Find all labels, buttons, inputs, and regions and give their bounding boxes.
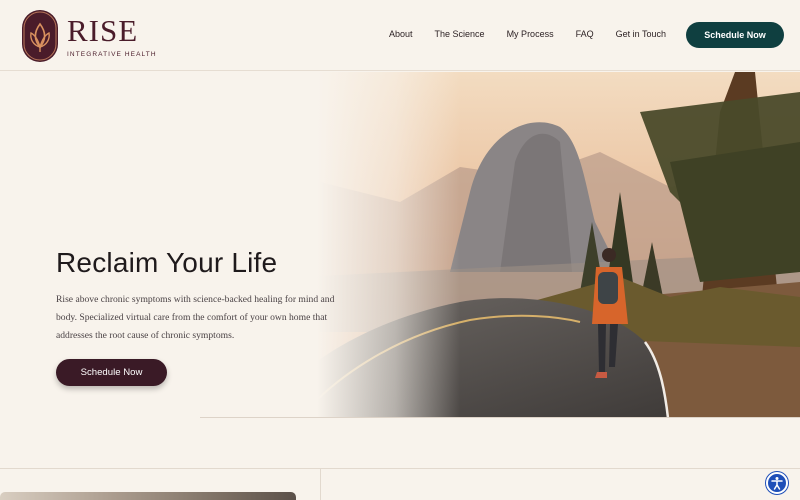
section-divider-vertical [320,468,321,500]
nav-the-science[interactable]: The Science [435,29,485,39]
brand-tagline: INTEGRATIVE HEALTH [67,50,157,58]
nav-about[interactable]: About [389,29,413,39]
nav-faq[interactable]: FAQ [576,29,594,39]
section-image-peek [0,492,296,500]
hero-title: Reclaim Your Life [56,247,278,278]
main-nav: About The Science My Process FAQ Get in … [389,29,689,39]
image-fade [200,72,460,418]
nav-my-process[interactable]: My Process [507,29,554,39]
hero-bottom-rule [200,417,800,418]
brand-name: RISE [67,12,139,48]
schedule-now-hero-button[interactable]: Schedule Now [56,359,167,386]
lotus-logo-icon [22,10,58,62]
site-header: RISE INTEGRATIVE HEALTH About The Scienc… [0,0,800,71]
hero-description: Rise above chronic symptoms with science… [56,294,335,341]
brand-logo[interactable]: RISE INTEGRATIVE HEALTH [22,10,157,62]
schedule-now-header-button[interactable]: Schedule Now [686,22,784,48]
section-divider-horizontal [0,468,800,469]
nav-get-in-touch[interactable]: Get in Touch [616,29,666,39]
accessibility-icon[interactable] [766,472,788,494]
hero-section: Reclaim Your Life Rise above chronic sym… [0,72,800,418]
